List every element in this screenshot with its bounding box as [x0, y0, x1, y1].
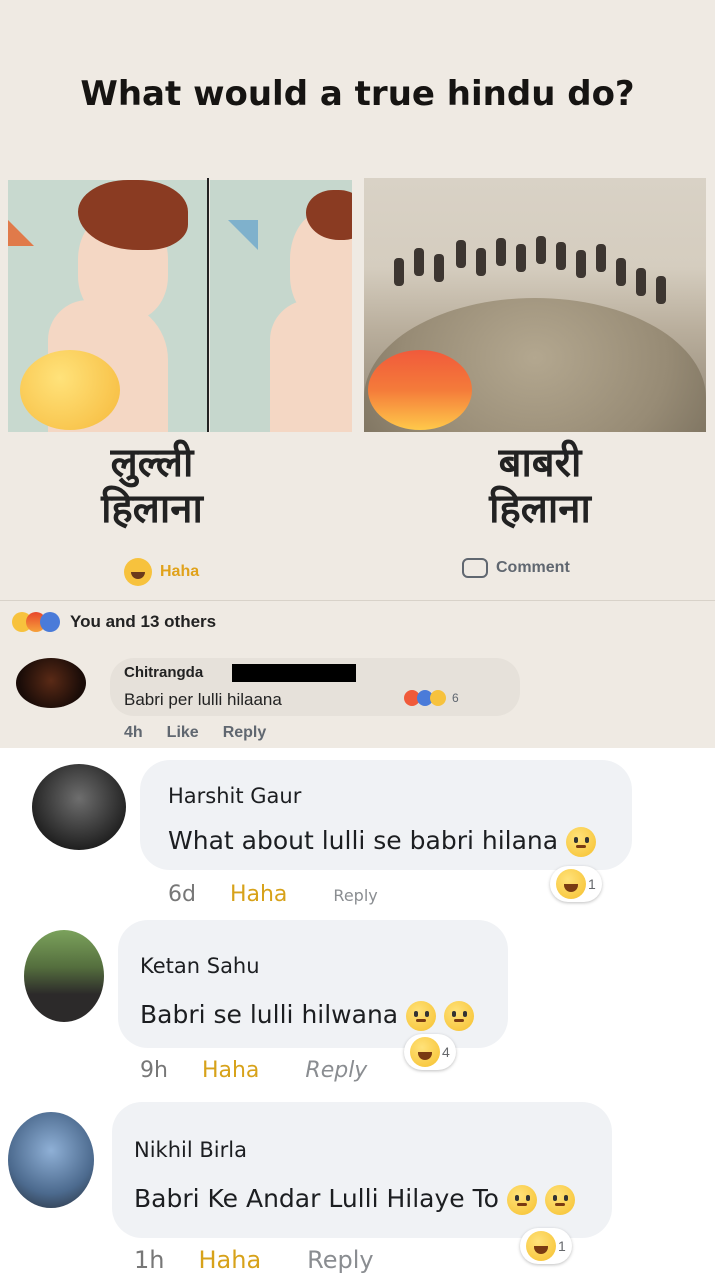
comment-button[interactable]: Comment [462, 558, 570, 578]
reactions-summary-text: You and 13 others [70, 612, 217, 631]
comment-text-content: Babri se lulli hilwana [140, 1000, 399, 1029]
meme-post: What would a true hindu do? लुल्ली हिलान… [0, 0, 715, 748]
rolling-eyes-emoji-icon [506, 1185, 537, 1215]
comment-text-content: Babri Ke Andar Lulli Hilaye To [134, 1184, 499, 1213]
thinking-emoji-icon [444, 1001, 475, 1031]
panel-divider [207, 178, 209, 432]
crowd-image [384, 218, 684, 308]
comment-item: Nikhil Birla Babri Ke Andar Lulli Hilaye… [0, 1098, 715, 1280]
avatar[interactable] [32, 764, 126, 850]
redaction-bar [232, 664, 356, 682]
comment-text: Babri se lulli hilwana [140, 1000, 475, 1031]
thinking-emoji-icon [406, 1001, 437, 1031]
reply-link[interactable]: Reply [333, 886, 377, 905]
arrow-icon [228, 220, 258, 250]
comment-meta: 6d Haha Reply [168, 882, 378, 907]
haha-link[interactable]: Haha [202, 1058, 259, 1083]
like-link[interactable]: Like [167, 724, 199, 742]
comment-reactions[interactable]: 4 [404, 1034, 456, 1070]
reply-link[interactable]: Reply [305, 1058, 367, 1083]
left-caption-line2: हिलाना [101, 486, 203, 532]
comment-time: 1h [134, 1246, 165, 1274]
haha-icon [526, 1231, 556, 1261]
haha-button[interactable]: Haha [124, 558, 199, 586]
reaction-count: 4 [442, 1044, 450, 1060]
comment-label: Comment [496, 559, 570, 576]
comment-time: 9h [140, 1058, 168, 1083]
comment-author[interactable]: Ketan Sahu [140, 954, 260, 978]
sad-emoji-icon [20, 350, 120, 430]
haha-link[interactable]: Haha [198, 1246, 261, 1274]
haha-link[interactable]: Haha [230, 882, 287, 907]
comment-meta: 9h Haha Reply [140, 1058, 367, 1083]
comment-reactions[interactable]: 6 [404, 690, 459, 706]
left-caption: लुल्ली हिलाना [52, 440, 252, 532]
divider [0, 600, 715, 601]
comment-text: Babri Ke Andar Lulli Hilaye To [134, 1184, 575, 1215]
comment-bubble [112, 1102, 612, 1238]
reaction-count: 6 [452, 691, 459, 705]
comment-author[interactable]: Harshit Gaur [168, 784, 301, 808]
arrow-icon [8, 220, 34, 246]
comment-author[interactable]: Nikhil Birla [134, 1138, 247, 1162]
thinking-emoji-icon [566, 827, 597, 857]
left-caption-line1: लुल्ली [110, 440, 194, 486]
comment-reactions[interactable]: 1 [520, 1228, 572, 1264]
comment-reactions[interactable]: 1 [550, 866, 602, 902]
right-caption: बाबरी हिलाना [440, 440, 640, 532]
avatar[interactable] [8, 1112, 94, 1208]
right-caption-line2: हिलाना [489, 486, 591, 532]
comment-meta: 4h Like Reply [124, 724, 266, 742]
comment-author[interactable]: Chitrangda [124, 664, 203, 681]
meme-panel-middle [210, 180, 352, 432]
comment-text-content: What about lulli se babri hilana [168, 826, 559, 855]
comment-text: What about lulli se babri hilana [168, 826, 597, 857]
comment-item: Harshit Gaur What about lulli se babri h… [0, 758, 715, 918]
rolling-eyes-emoji-icon [544, 1185, 575, 1215]
reactions-summary[interactable]: You and 13 others [12, 612, 216, 632]
haha-icon [556, 869, 586, 899]
reaction-count: 1 [558, 1238, 566, 1254]
comment-text: Babri per lulli hilaana [124, 690, 282, 709]
comment-item: Ketan Sahu Babri se lulli hilwana 9h Haha… [0, 918, 715, 1098]
like-icon [40, 612, 60, 632]
comment-meta: 1h Haha Reply [134, 1246, 374, 1274]
haha-icon [430, 690, 446, 706]
comment-icon [462, 558, 488, 578]
reaction-count: 1 [588, 876, 596, 892]
reply-link[interactable]: Reply [223, 724, 267, 742]
avatar[interactable] [24, 930, 104, 1022]
angry-emoji-icon [368, 350, 472, 430]
comment-time: 6d [168, 882, 196, 907]
haha-icon [410, 1037, 440, 1067]
haha-icon [124, 558, 152, 586]
right-caption-line1: बाबरी [498, 440, 582, 486]
reply-link[interactable]: Reply [307, 1246, 373, 1274]
haha-label: Haha [160, 563, 200, 580]
avatar[interactable] [16, 658, 86, 708]
post-action-bar: Haha Comment [0, 548, 715, 598]
meme-title: What would a true hindu do? [80, 74, 635, 114]
comment-time: 4h [124, 724, 143, 741]
